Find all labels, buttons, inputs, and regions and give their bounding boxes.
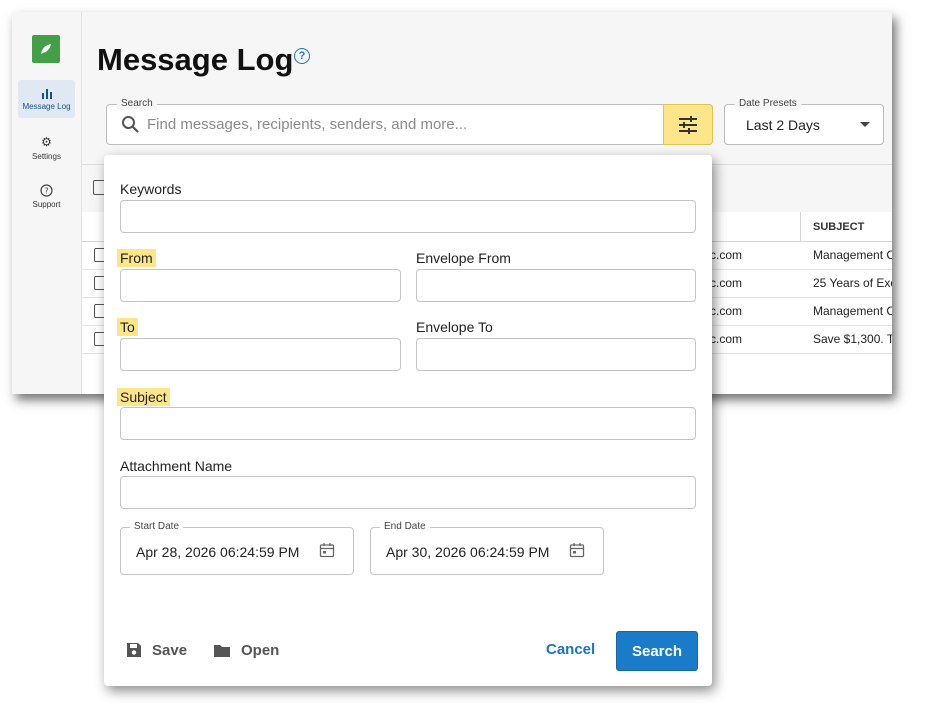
end-date-label: End Date <box>380 521 430 533</box>
keywords-label: Keywords <box>120 181 182 197</box>
to-label: To <box>117 318 138 336</box>
sidebar-item-label: Support <box>32 199 61 209</box>
from-input[interactable] <box>120 269 401 302</box>
recipient-cell: c.com <box>710 332 743 346</box>
search-input[interactable]: Find messages, recipients, senders, and … <box>147 116 467 133</box>
calendar-icon[interactable] <box>569 542 585 558</box>
sidebar-item-message-log[interactable]: Message Log <box>18 80 75 118</box>
envelope-from-label: Envelope From <box>416 250 511 266</box>
svg-text:?: ? <box>44 186 48 195</box>
subject-input[interactable] <box>120 407 696 440</box>
subject-cell: 25 Years of Exc <box>813 276 892 290</box>
gear-icon: ⚙ <box>41 134 52 149</box>
subject-cell: Management C <box>813 304 892 318</box>
search-label: Search <box>117 98 157 110</box>
calendar-icon[interactable] <box>319 542 335 558</box>
search-field[interactable]: Search Find messages, recipients, sender… <box>106 98 713 145</box>
page-title: Message Log <box>97 42 294 77</box>
bar-chart-icon <box>41 88 52 99</box>
sidebar: Message Log ⚙ Settings ? Support <box>12 12 82 394</box>
keywords-input[interactable] <box>120 200 696 233</box>
to-input[interactable] <box>120 338 401 371</box>
help-circle-icon: ? <box>40 183 53 197</box>
start-date-label: Start Date <box>130 521 184 533</box>
sidebar-item-label: Settings <box>32 151 61 161</box>
envelope-to-input[interactable] <box>416 338 696 371</box>
floppy-disk-icon <box>126 642 142 658</box>
save-button[interactable]: Save <box>126 639 187 661</box>
end-date-field[interactable]: End Date Apr 30, 2026 06:24:59 PM <box>370 521 604 575</box>
date-presets-select[interactable]: Date Presets Last 2 Days <box>724 98 884 145</box>
cancel-button[interactable]: Cancel <box>546 641 595 658</box>
column-header-subject[interactable]: SUBJECT <box>800 212 892 241</box>
help-icon[interactable]: ? <box>294 48 310 64</box>
save-button-label: Save <box>152 641 188 659</box>
open-button-label: Open <box>241 641 280 659</box>
sidebar-item-support[interactable]: ? Support <box>18 177 75 215</box>
date-presets-value: Last 2 Days <box>746 117 820 133</box>
start-date-value: Apr 28, 2026 06:24:59 PM <box>136 544 300 560</box>
advanced-search-panel: Keywords From Envelope From To Envelope … <box>104 155 712 686</box>
subject-cell: Save $1,300. T <box>813 332 892 346</box>
date-presets-label: Date Presets <box>735 98 801 110</box>
brand-logo <box>32 35 60 63</box>
advanced-filter-button[interactable] <box>663 104 713 145</box>
recipient-cell: c.com <box>710 304 743 318</box>
start-date-field[interactable]: Start Date Apr 28, 2026 06:24:59 PM <box>120 521 354 575</box>
attachment-name-input[interactable] <box>120 476 696 509</box>
folder-icon <box>213 643 231 658</box>
leaf-icon <box>41 44 51 54</box>
search-button[interactable]: Search <box>616 631 698 671</box>
subject-label: Subject <box>117 388 170 406</box>
subject-cell: Management C <box>813 248 892 262</box>
recipient-cell: c.com <box>710 248 743 262</box>
sidebar-item-settings[interactable]: ⚙ Settings <box>18 129 75 167</box>
sliders-icon <box>679 115 697 134</box>
sidebar-item-label: Message Log <box>22 101 71 111</box>
recipient-cell: c.com <box>710 276 743 290</box>
envelope-to-label: Envelope To <box>416 319 493 335</box>
search-icon <box>122 116 139 133</box>
from-label: From <box>117 249 156 267</box>
open-button[interactable]: Open <box>213 639 279 661</box>
end-date-value: Apr 30, 2026 06:24:59 PM <box>386 544 550 560</box>
envelope-from-input[interactable] <box>416 269 696 302</box>
attachment-name-label: Attachment Name <box>120 458 233 474</box>
chevron-down-icon <box>860 122 870 127</box>
